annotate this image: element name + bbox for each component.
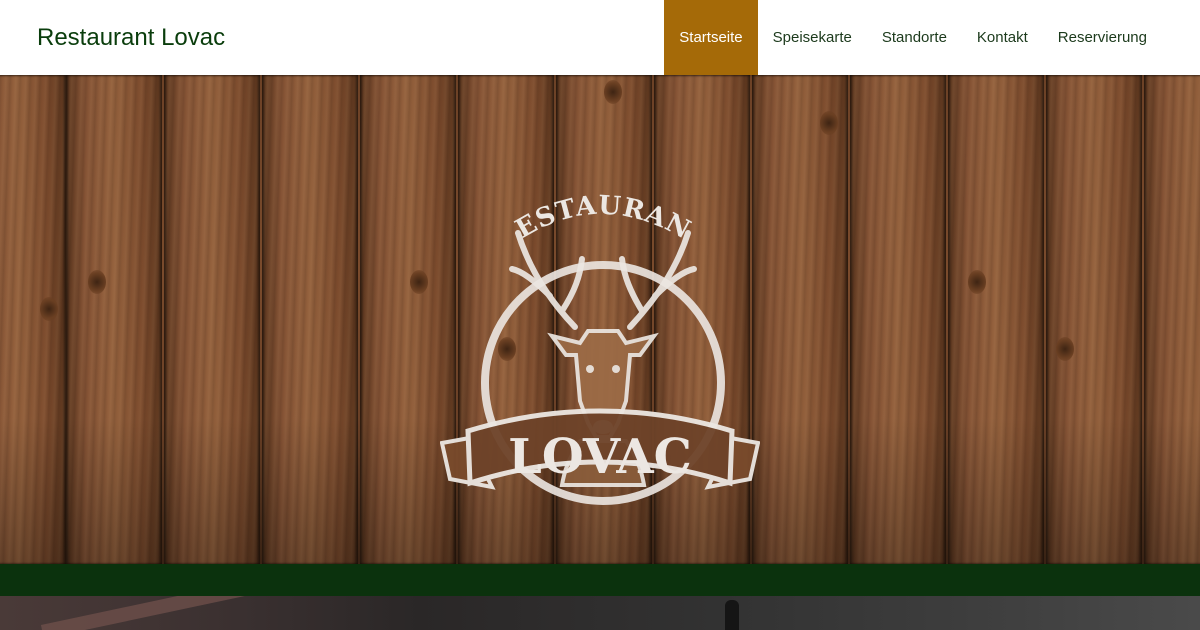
green-divider-band xyxy=(0,564,1200,596)
hero-banner: RESTAURANT LOVAC xyxy=(0,75,1200,564)
nav-item-speisekarte[interactable]: Speisekarte xyxy=(758,0,867,75)
svg-text:RESTAURANT: RESTAURANT xyxy=(440,141,696,246)
main-nav: Startseite Speisekarte Standorte Kontakt… xyxy=(664,0,1162,75)
logo-banner-text: LOVAC xyxy=(508,429,692,485)
antler-icon xyxy=(509,230,697,330)
site-header: Restaurant Lovac Startseite Speisekarte … xyxy=(0,0,1200,75)
site-title[interactable]: Restaurant Lovac xyxy=(37,0,225,75)
logo-top-text: RESTAURANT xyxy=(440,141,695,246)
nav-item-standorte[interactable]: Standorte xyxy=(867,0,962,75)
nav-item-kontakt[interactable]: Kontakt xyxy=(962,0,1043,75)
nav-item-reservierung[interactable]: Reservierung xyxy=(1043,0,1162,75)
restaurant-logo: RESTAURANT LOVAC xyxy=(440,141,760,505)
content-image-strip xyxy=(0,596,1200,630)
nav-item-startseite[interactable]: Startseite xyxy=(664,0,758,75)
